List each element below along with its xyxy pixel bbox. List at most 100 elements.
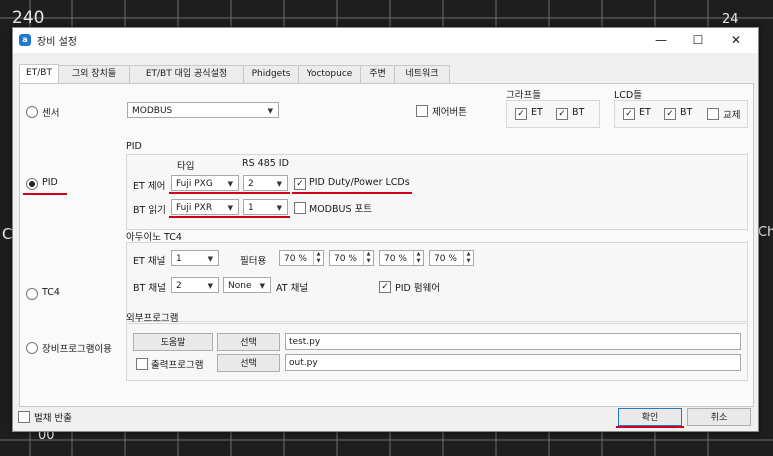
output-program-checkbox[interactable] bbox=[136, 358, 148, 370]
et-id-select[interactable]: 2 ▼ bbox=[243, 175, 288, 191]
bt-id-select[interactable]: 1 ▼ bbox=[243, 199, 288, 215]
filter-label: 필터용 bbox=[240, 256, 267, 267]
et-type-underline bbox=[169, 192, 242, 194]
graph-et-checkbox[interactable]: ✓ bbox=[515, 108, 527, 120]
title-bar[interactable]: a 장비 설정 — ☐ ✕ bbox=[13, 28, 758, 53]
graphs-group: ✓ ET ✓ BT bbox=[506, 100, 600, 128]
tc4-radio-label: TC4 bbox=[42, 287, 60, 298]
tab-phidgets[interactable]: Phidgets bbox=[243, 65, 299, 83]
control-button-checkbox[interactable] bbox=[416, 105, 428, 117]
et-bt-panel: 센서 MODBUS ▼ 제어버튼 그라프들 ✓ ET ✓ BT LCD들 ✓ E… bbox=[19, 83, 754, 407]
app-icon: a bbox=[19, 34, 31, 46]
spin-arrows-icon[interactable]: ▲ ▼ bbox=[363, 251, 373, 265]
meter-select[interactable]: MODBUS ▼ bbox=[127, 102, 279, 118]
program-path-field[interactable]: test.py bbox=[285, 333, 741, 350]
pid-duty-checkbox[interactable]: ✓ bbox=[294, 178, 306, 190]
pid-type-header: 타입 bbox=[177, 161, 195, 172]
pid-radio[interactable] bbox=[26, 178, 38, 190]
ok-button[interactable]: 확인 bbox=[618, 408, 682, 426]
swap-label: 교제 bbox=[723, 110, 741, 121]
lcds-label: LCD들 bbox=[614, 90, 642, 101]
batch-label: 벌채 반출 bbox=[34, 413, 72, 424]
control-button-label: 제어버튼 bbox=[432, 107, 467, 118]
et-type-select[interactable]: Fuji PXG ▼ bbox=[171, 175, 239, 191]
et-channel-value: 1 bbox=[176, 254, 182, 264]
et-id-underline bbox=[241, 192, 290, 194]
bt-id-value: 1 bbox=[248, 203, 254, 213]
axis-label-24: 24 bbox=[722, 12, 739, 27]
bt-channel-select[interactable]: 2 ▼ bbox=[171, 277, 219, 293]
pid-duty-underline bbox=[292, 192, 412, 194]
tc4-radio[interactable] bbox=[26, 288, 38, 300]
minimize-button[interactable]: — bbox=[646, 31, 676, 49]
modbus-port-label: MODBUS 포트 bbox=[309, 204, 372, 215]
external-program-radio[interactable] bbox=[26, 342, 38, 354]
bt-type-underline bbox=[169, 216, 242, 218]
bt-type-value: Fuji PXR bbox=[176, 203, 213, 213]
tab-yoctopuce[interactable]: Yoctopuce bbox=[298, 65, 361, 83]
sensor-radio[interactable] bbox=[26, 106, 38, 118]
output-path-field[interactable]: out.py bbox=[285, 354, 741, 371]
tab-et-bt[interactable]: ET/BT bbox=[19, 64, 59, 84]
filter-value-3: 70 % bbox=[384, 254, 407, 264]
lcd-et-checkbox[interactable]: ✓ bbox=[623, 108, 635, 120]
tab-network[interactable]: 네트워크 bbox=[394, 65, 450, 83]
spin-arrows-icon[interactable]: ▲ ▼ bbox=[413, 251, 423, 265]
pid-rs485-header: RS 485 ID bbox=[242, 158, 289, 169]
graph-bt-label: BT bbox=[572, 107, 585, 118]
et-id-value: 2 bbox=[248, 179, 254, 189]
at-channel-value: None bbox=[228, 281, 252, 291]
pid-firmware-checkbox[interactable]: ✓ bbox=[379, 281, 391, 293]
cancel-button[interactable]: 취소 bbox=[687, 408, 751, 426]
at-channel-select[interactable]: None ▼ bbox=[223, 277, 271, 293]
background-edge-text-left: C bbox=[2, 225, 13, 243]
external-program-label: 장비프로그램이용 bbox=[42, 344, 112, 355]
chevron-down-icon: ▼ bbox=[207, 255, 213, 263]
pid-firmware-label: PID 펌웨어 bbox=[395, 283, 441, 294]
chevron-down-icon: ▼ bbox=[227, 204, 233, 212]
spin-arrows-icon[interactable]: ▲ ▼ bbox=[463, 251, 473, 265]
device-settings-dialog: a 장비 설정 — ☐ ✕ ET/BT 그외 장치들 ET/BT 대입 공식설정… bbox=[12, 27, 759, 432]
spin-arrows-icon[interactable]: ▲ ▼ bbox=[313, 251, 323, 265]
window-title: 장비 설정 bbox=[37, 37, 77, 48]
et-channel-select[interactable]: 1 ▼ bbox=[171, 250, 219, 266]
chevron-down-icon: ▼ bbox=[259, 282, 265, 290]
et-control-label: ET 제어 bbox=[133, 181, 166, 192]
background-edge-text-right: Chill bbox=[758, 225, 773, 240]
lcd-bt-checkbox[interactable]: ✓ bbox=[664, 108, 676, 120]
filter-spinbox-4[interactable]: 70 % ▲ ▼ bbox=[429, 250, 474, 266]
select-program-button[interactable]: 선택 bbox=[217, 333, 280, 351]
bt-type-select[interactable]: Fuji PXR ▼ bbox=[171, 199, 239, 215]
et-type-value: Fuji PXG bbox=[176, 179, 213, 189]
bt-channel-value: 2 bbox=[176, 281, 182, 291]
swap-checkbox[interactable] bbox=[707, 108, 719, 120]
tab-ambient[interactable]: 주변 bbox=[360, 65, 395, 83]
modbus-port-checkbox[interactable] bbox=[294, 202, 306, 214]
chevron-down-icon: ▼ bbox=[276, 204, 282, 212]
external-section-label: 외부프로그램 bbox=[126, 313, 179, 324]
maximize-button[interactable]: ☐ bbox=[683, 31, 713, 49]
filter-spinbox-1[interactable]: 70 % ▲ ▼ bbox=[279, 250, 324, 266]
close-button[interactable]: ✕ bbox=[721, 31, 751, 49]
et-channel-label: ET 채널 bbox=[133, 256, 166, 267]
filter-value-4: 70 % bbox=[434, 254, 457, 264]
chevron-down-icon: ▼ bbox=[276, 180, 282, 188]
sensor-label: 센서 bbox=[42, 108, 60, 119]
graph-bt-checkbox[interactable]: ✓ bbox=[556, 108, 568, 120]
batch-checkbox[interactable] bbox=[18, 411, 30, 423]
help-button[interactable]: 도움말 bbox=[133, 333, 213, 351]
chevron-down-icon: ▼ bbox=[207, 282, 213, 290]
tab-et-bt-formula[interactable]: ET/BT 대입 공식설정 bbox=[129, 65, 244, 83]
lcd-et-label: ET bbox=[639, 107, 651, 118]
pid-duty-label: PID Duty/Power LCDs bbox=[309, 177, 410, 188]
select-output-button[interactable]: 선택 bbox=[217, 354, 280, 372]
tab-other-devices[interactable]: 그외 장치들 bbox=[58, 65, 130, 83]
bt-id-underline bbox=[241, 216, 290, 218]
bt-read-label: BT 읽기 bbox=[133, 205, 166, 216]
lcd-bt-label: BT bbox=[680, 107, 693, 118]
bt-channel-label: BT 채널 bbox=[133, 283, 166, 294]
external-group bbox=[126, 323, 748, 381]
filter-spinbox-3[interactable]: 70 % ▲ ▼ bbox=[379, 250, 424, 266]
ok-button-underline bbox=[616, 426, 684, 428]
filter-spinbox-2[interactable]: 70 % ▲ ▼ bbox=[329, 250, 374, 266]
